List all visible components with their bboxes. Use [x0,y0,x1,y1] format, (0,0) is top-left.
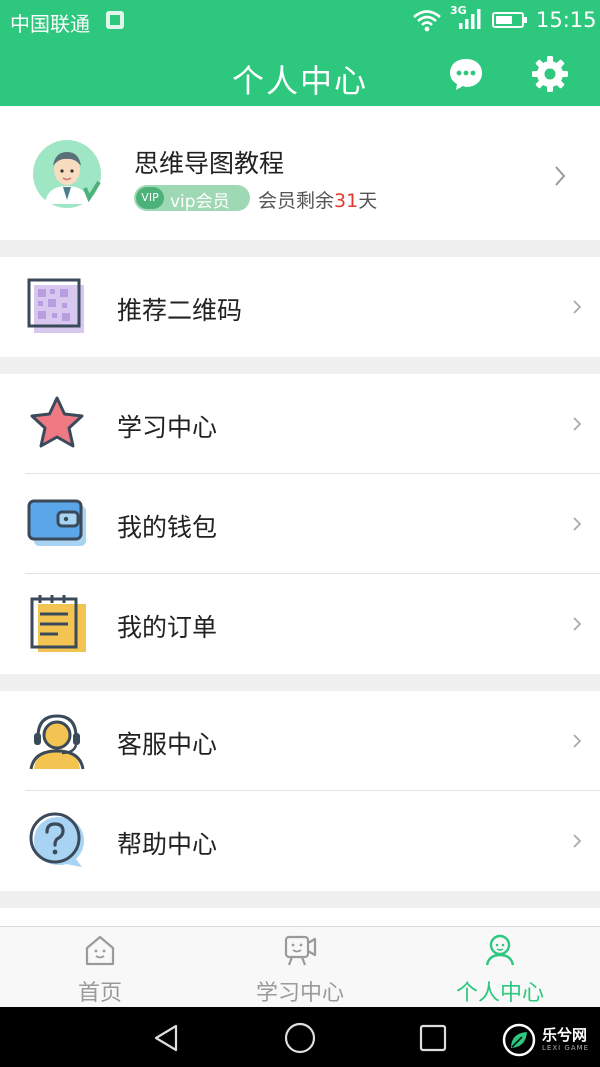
menu-item-wallet[interactable]: 我的钱包 [0,474,600,574]
tab-home[interactable]: 首页 [0,927,200,1008]
chat-bubble-icon[interactable] [448,56,484,92]
profile-card[interactable]: 思维导图教程 VIP vip会员 会员剩余31天 [0,106,600,240]
wifi-icon [413,10,441,32]
page-title: 个人中心 [231,62,368,100]
signal-icon [459,9,481,29]
sim-card-icon [106,11,124,29]
days-suffix: 天 [358,190,378,212]
days-value: 31 [334,190,359,212]
menu-item-label: 我的钱包 [117,513,218,542]
gear-icon[interactable] [531,55,569,93]
watermark-logo: 乐兮网 LEXI GAME [502,1020,598,1060]
question-bubble-icon [29,812,84,867]
days-prefix: 会员剩余 [258,190,335,212]
person-icon [485,934,515,966]
menu-item-label: 学习中心 [117,413,218,442]
headset-agent-icon [29,714,85,770]
menu-item-label: 我的订单 [117,613,218,642]
chevron-right-icon [573,517,582,531]
status-bar: 中国联通 3G 15:15 [0,0,600,42]
menu-item-label: 推荐二维码 [117,296,243,325]
system-nav-bar: 乐兮网 LEXI GAME [0,1007,600,1067]
menu-item-customer-service[interactable]: 客服中心 [0,691,600,791]
vip-tag: VIP [136,187,164,209]
bottom-tab-bar: 首页 学习中心 个人中心 [0,926,600,1007]
app-header: 个人中心 [0,42,600,106]
tab-label: 个人中心 [455,981,544,1006]
recent-apps-icon[interactable] [419,1024,447,1052]
qr-code-icon [27,278,84,333]
video-study-icon [284,935,317,966]
leaf-logo-icon [502,1023,536,1057]
home-circle-icon[interactable] [284,1022,316,1054]
clock: 15:15 [536,8,597,32]
menu-section-support: 客服中心 帮助中心 [0,691,600,891]
profile-name: 思维导图教程 [134,149,285,178]
watermark-text: 乐兮网 [542,1026,588,1044]
chevron-right-icon [573,417,582,431]
chevron-right-icon [573,834,582,848]
back-icon[interactable] [152,1023,182,1053]
battery-icon [492,12,527,28]
tab-profile[interactable]: 个人中心 [400,927,600,1008]
vip-label: vip会员 [170,192,230,212]
chevron-right-icon [573,617,582,631]
menu-item-learning-center[interactable]: 学习中心 [0,374,600,474]
menu-section-partial [0,908,600,926]
tab-label: 首页 [77,981,122,1006]
chevron-right-icon [555,166,566,186]
membership-remaining: 会员剩余31天 [258,186,377,213]
chevron-right-icon [573,300,582,314]
star-icon [30,396,84,448]
home-icon [85,935,115,966]
menu-item-label: 帮助中心 [117,830,218,859]
avatar [33,140,101,208]
menu-item-label: 客服中心 [117,730,218,759]
carrier-name: 中国联通 [10,12,90,36]
wallet-icon [27,499,86,546]
notepad-icon [30,595,86,652]
menu-item-help-center[interactable]: 帮助中心 [0,791,600,891]
tab-label: 学习中心 [255,981,344,1006]
menu-section-referral: 推荐二维码 [0,257,600,357]
menu-section-main: 学习中心 我的钱包 我的订单 [0,374,600,674]
chevron-right-icon [573,734,582,748]
menu-item-orders[interactable]: 我的订单 [0,574,600,674]
menu-item-qrcode[interactable]: 推荐二维码 [0,257,600,357]
vip-badge: VIP vip会员 [134,185,250,212]
watermark-subtext: LEXI GAME [542,1044,590,1052]
tab-learning-center[interactable]: 学习中心 [200,927,400,1008]
